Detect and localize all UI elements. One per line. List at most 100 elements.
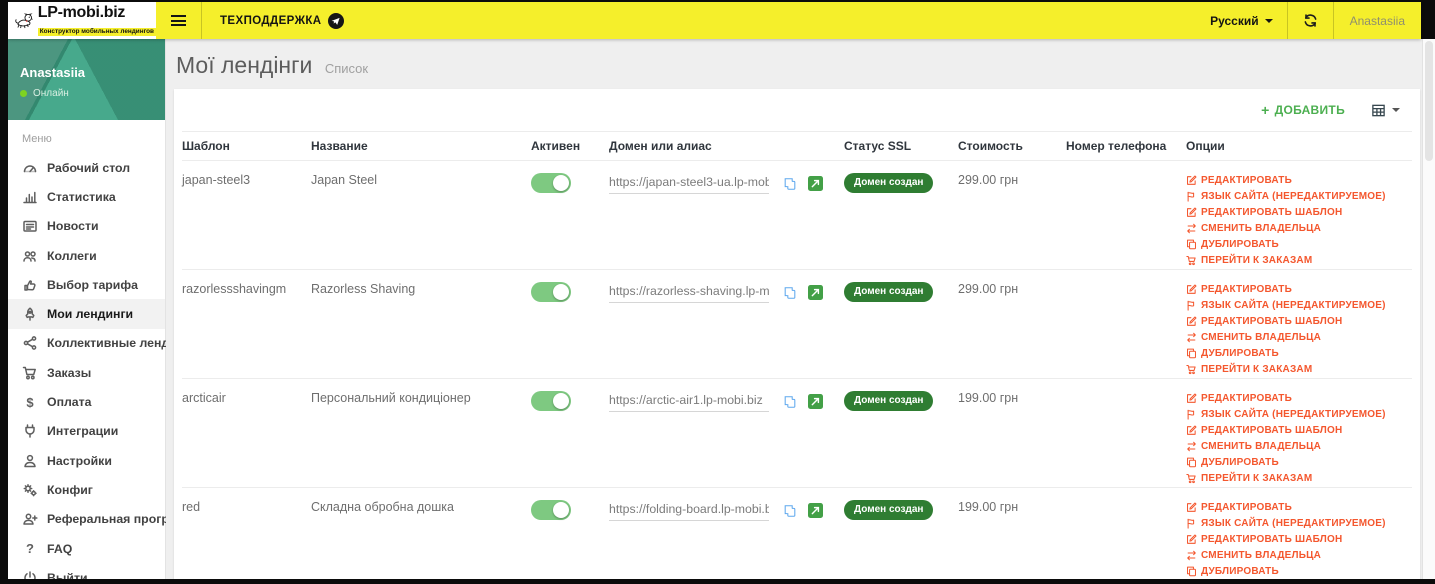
sidebar-item-news[interactable]: Новости (8, 212, 165, 241)
option-label: ЯЗЫК САЙТА (НЕРЕДАКТИРУЕМОЕ) (1201, 300, 1386, 311)
option-duplicate-link[interactable]: ДУБЛИРОВАТЬ (1186, 564, 1408, 579)
sidebar-item-tariff[interactable]: Выбор тарифа (8, 270, 165, 299)
column-header-active: Активен (531, 131, 609, 161)
flag-icon (1187, 518, 1195, 529)
option-edit-link[interactable]: РЕДАКТИРОВАТЬ (1186, 500, 1408, 515)
option-go-to-orders-link[interactable]: ПЕРЕЙТИ К ЗАКАЗАМ (1186, 471, 1408, 486)
sidebar-toggle-button[interactable] (156, 2, 202, 39)
user-icon (22, 453, 38, 469)
sidebar-item-label: Интеграции (47, 424, 119, 439)
copy-icon[interactable] (783, 286, 797, 300)
external-link-icon[interactable] (808, 394, 823, 409)
sidebar-item-integrations[interactable]: Интеграции (8, 417, 165, 446)
scrollbar[interactable] (1422, 39, 1435, 579)
active-toggle[interactable] (531, 500, 571, 520)
sidebar-item-collective-landings[interactable]: Коллективные лендинги (8, 329, 197, 358)
price-cell: 199.00 грн (958, 391, 1019, 405)
add-button-label: ДОБАВИТЬ (1274, 103, 1345, 117)
option-label: СМЕНИТЬ ВЛАДЕЛЬЦА (1201, 332, 1322, 343)
option-edit-link[interactable]: РЕДАКТИРОВАТЬ (1186, 282, 1408, 297)
option-change-owner-link[interactable]: СМЕНИТЬ ВЛАДЕЛЬЦА (1186, 548, 1408, 563)
column-header-template: Шаблон (182, 131, 311, 161)
add-landing-button[interactable]: + ДОБАВИТЬ (1261, 102, 1345, 118)
option-edit-template-link[interactable]: РЕДАКТИРОВАТЬ ШАБЛОН (1186, 205, 1408, 220)
dashboard-icon (22, 160, 38, 176)
scrollbar-thumb[interactable] (1425, 41, 1433, 161)
option-site-language-link[interactable]: ЯЗЫК САЙТА (НЕРЕДАКТИРУЕМОЕ) (1186, 516, 1408, 531)
duplicate-icon (1187, 348, 1196, 359)
sidebar-item-label: FAQ (47, 541, 73, 556)
option-change-owner-link[interactable]: СМЕНИТЬ ВЛАДЕЛЬЦА (1186, 221, 1408, 236)
sidebar-item-statistics[interactable]: Статистика (8, 182, 165, 211)
sidebar-item-settings[interactable]: Настройки (8, 446, 165, 475)
sidebar-item-referral[interactable]: Реферальная программа (8, 505, 201, 534)
option-duplicate-link[interactable]: ДУБЛИРОВАТЬ (1186, 237, 1408, 252)
column-header-phone: Номер телефона (1066, 131, 1186, 161)
account-menu[interactable]: Anastasiia (1332, 2, 1421, 39)
duplicate-icon (1187, 239, 1196, 250)
active-toggle[interactable] (531, 391, 571, 411)
option-duplicate-link[interactable]: ДУБЛИРОВАТЬ (1186, 346, 1408, 361)
sidebar-item-my-landings[interactable]: Мои лендинги (8, 299, 165, 329)
sidebar-item-logout[interactable]: Выйти (8, 563, 165, 579)
support-label: ТЕХПОДДЕРЖКА (220, 14, 322, 27)
option-duplicate-link[interactable]: ДУБЛИРОВАТЬ (1186, 455, 1408, 470)
external-link-icon[interactable] (808, 285, 823, 300)
domain-input[interactable] (609, 282, 769, 303)
option-edit-template-link[interactable]: РЕДАКТИРОВАТЬ ШАБЛОН (1186, 314, 1408, 329)
domain-input[interactable] (609, 391, 769, 412)
option-go-to-orders-link[interactable]: ПЕРЕЙТИ К ЗАКАЗАМ (1186, 362, 1408, 377)
option-label: РЕДАКТИРОВАТЬ ШАБЛОН (1201, 425, 1343, 436)
sidebar-item-config[interactable]: Конфиг (8, 475, 165, 504)
option-edit-template-link[interactable]: РЕДАКТИРОВАТЬ ШАБЛОН (1186, 423, 1408, 438)
option-change-owner-link[interactable]: СМЕНИТЬ ВЛАДЕЛЬЦА (1186, 439, 1408, 454)
option-go-to-orders-link[interactable]: ПЕРЕЙТИ К ЗАКАЗАМ (1186, 253, 1408, 268)
name-cell: Складна обробна дошка (311, 500, 454, 514)
domain-input[interactable] (609, 173, 769, 194)
active-toggle[interactable] (531, 282, 571, 302)
tariff-icon (22, 277, 38, 293)
external-link-icon[interactable] (808, 503, 823, 518)
sidebar-item-colleagues[interactable]: Коллеги (8, 241, 165, 270)
price-cell: 199.00 грн (958, 500, 1019, 514)
support-button[interactable]: ТЕХПОДДЕРЖКА (220, 2, 344, 39)
refresh-button[interactable] (1286, 2, 1333, 39)
option-edit-link[interactable]: РЕДАКТИРОВАТЬ (1186, 391, 1408, 406)
sidebar-item-payment[interactable]: $ Оплата (8, 387, 165, 416)
sidebar-item-label: Оплата (47, 395, 92, 410)
question-icon: ? (26, 541, 34, 556)
sidebar-item-orders[interactable]: Заказы (8, 358, 165, 387)
external-link-icon[interactable] (808, 176, 823, 191)
sidebar-item-faq[interactable]: ? FAQ (8, 534, 165, 563)
sidebar-item-label: Рабочий стол (47, 160, 131, 175)
option-site-language-link[interactable]: ЯЗЫК САЙТА (НЕРЕДАКТИРУЕМОЕ) (1186, 189, 1408, 204)
option-label: СМЕНИТЬ ВЛАДЕЛЬЦА (1201, 550, 1322, 561)
active-toggle[interactable] (531, 173, 571, 193)
language-selector[interactable]: Русский (1196, 2, 1287, 39)
cart-icon (1186, 256, 1196, 266)
cart-icon (22, 365, 38, 381)
dollar-icon: $ (26, 394, 34, 410)
edit-icon (1187, 207, 1197, 217)
template-cell: arcticair (182, 391, 226, 405)
chevron-down-icon (1392, 108, 1400, 112)
news-icon (22, 218, 38, 234)
online-status-label: Онлайн (33, 88, 69, 99)
option-edit-link[interactable]: РЕДАКТИРОВАТЬ (1186, 173, 1408, 188)
copy-icon[interactable] (783, 504, 797, 518)
sidebar-item-label: Выйти (47, 570, 88, 579)
option-edit-template-link[interactable]: РЕДАКТИРОВАТЬ ШАБЛОН (1186, 532, 1408, 547)
option-change-owner-link[interactable]: СМЕНИТЬ ВЛАДЕЛЬЦА (1186, 330, 1408, 345)
option-site-language-link[interactable]: ЯЗЫК САЙТА (НЕРЕДАКТИРУЕМОЕ) (1186, 407, 1408, 422)
table-body: japan-steel3 Japan Steel Домен создан 29… (182, 161, 1412, 579)
sidebar-item-dashboard[interactable]: Рабочий стол (8, 153, 165, 182)
option-site-language-link[interactable]: ЯЗЫК САЙТА (НЕРЕДАКТИРУЕМОЕ) (1186, 298, 1408, 313)
logo[interactable]: LP-mobi.biz Конструктор мобильных лендин… (8, 2, 156, 39)
copy-icon[interactable] (783, 177, 797, 191)
copy-icon[interactable] (783, 395, 797, 409)
dog-logo-icon (15, 12, 33, 28)
edit-icon (1187, 284, 1197, 294)
domain-input[interactable] (609, 500, 769, 521)
option-label: ЯЗЫК САЙТА (НЕРЕДАКТИРУЕМОЕ) (1201, 191, 1386, 202)
view-options-dropdown[interactable] (1371, 103, 1400, 118)
